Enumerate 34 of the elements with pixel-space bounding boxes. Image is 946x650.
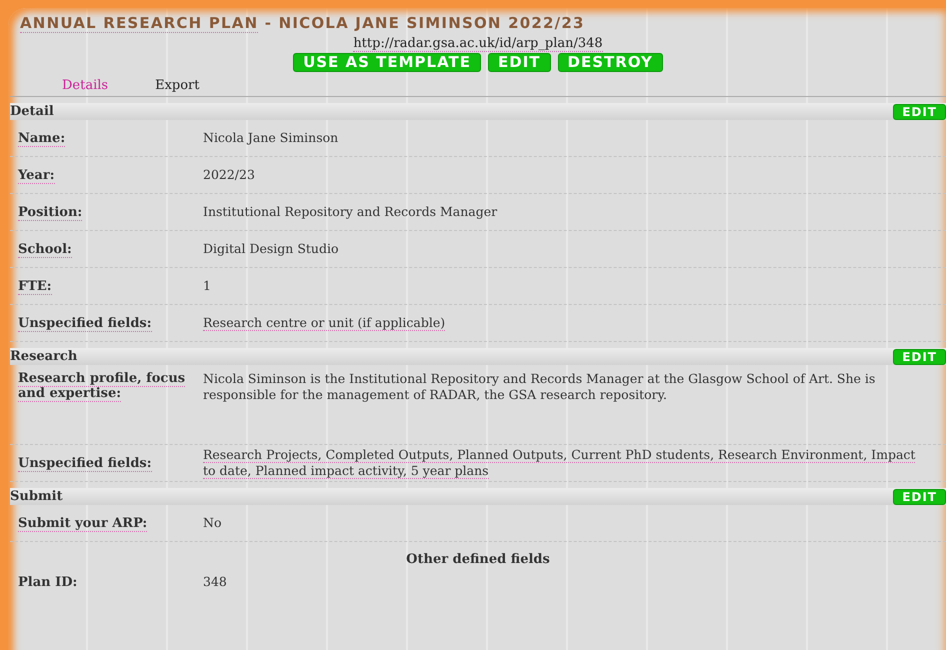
field-value: Nicola Siminson is the Institutional Repository and Records Manager at the Glasgow School of Art. She is responsible for the management of RADAR, the GSA research repository. [203, 371, 876, 403]
section-title: Submit [10, 489, 63, 504]
field-label: FTE: [17, 278, 52, 294]
field-value: No [203, 515, 222, 531]
field-value: Research Projects, Completed Outputs, Planned Outputs, Current PhD students, Research Environment, Impact to date, Planned impact activity, 5 year plans [203, 447, 916, 479]
edit-button[interactable]: EDIT [893, 348, 946, 364]
field-value: 2022/23 [203, 167, 256, 183]
action-button[interactable]: DESTROY [558, 53, 663, 72]
tab[interactable]: Details [62, 78, 108, 96]
tab[interactable]: Export [155, 78, 200, 96]
field-label: Research profile, focus and expertise: [17, 371, 186, 401]
section-title: Other defined fields [405, 552, 551, 567]
url-link[interactable]: http://radar.gsa.ac.uk/id/arp_plan/348 [353, 36, 603, 52]
action-button[interactable]: USE AS TEMPLATE [293, 53, 482, 72]
field-label: Unspecified fields: [17, 316, 152, 330]
edit-button[interactable]: EDIT [893, 488, 946, 504]
action-button[interactable]: EDIT [488, 53, 551, 72]
field-label: Plan ID: [17, 574, 78, 590]
field-value: Institutional Repository and Records Manager [203, 204, 498, 220]
field-value: Research centre or unit (if applicable) [203, 315, 446, 331]
section-title: Detail [10, 104, 54, 119]
field-value: Nicola Jane Siminson [203, 130, 340, 146]
field-value: Digital Design Studio [203, 241, 340, 257]
field-label: School: [17, 242, 72, 256]
field-label: Position: [17, 204, 82, 220]
field-value: 1 [203, 278, 212, 294]
field-value: 348 [203, 574, 228, 590]
section-title: Research [10, 349, 78, 364]
field-label: Unspecified fields: [17, 456, 152, 470]
field-label: Submit your ARP: [17, 516, 148, 530]
field-label: Year: [16, 168, 54, 182]
page-title: ANNUAL RESEARCH PLAN - NICOLA JANE SIMINSON 2022/23 [19, 14, 586, 32]
field-label: Name: [17, 130, 66, 146]
edit-button[interactable]: EDIT [893, 104, 946, 120]
